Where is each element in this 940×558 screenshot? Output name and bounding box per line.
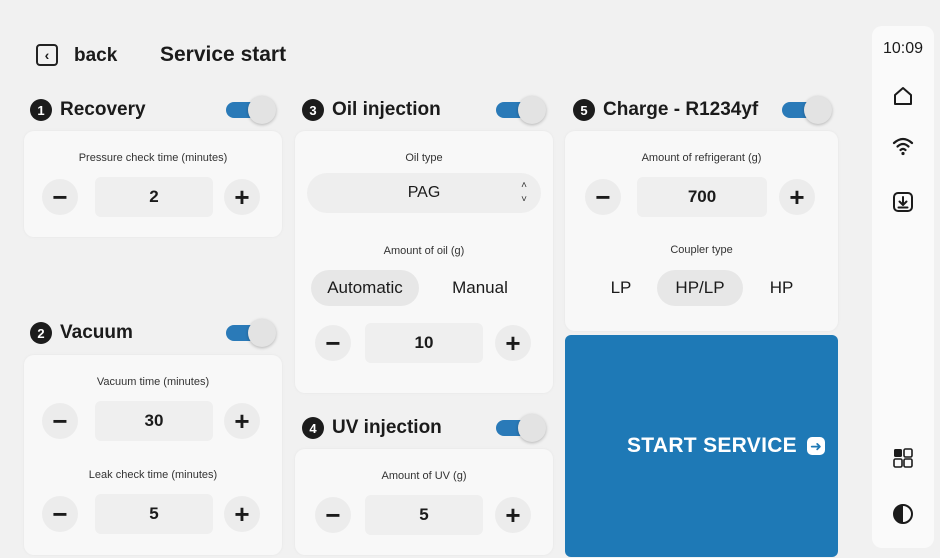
uv-amount-stepper: − 5 +	[315, 495, 535, 535]
page-title: Service start	[160, 43, 287, 66]
oil-header: 3 Oil injection	[302, 96, 441, 124]
decrement-button[interactable]: −	[315, 497, 351, 533]
vacuum-card: Vacuum time (minutes) − 30 + Leak check …	[24, 355, 282, 555]
step-number-badge: 5	[573, 99, 595, 121]
stepper-value[interactable]: 5	[365, 495, 483, 535]
start-service-button[interactable]: START SERVICE ➜	[565, 335, 838, 557]
section-title: Oil injection	[332, 99, 441, 120]
leak-check-label: Leak check time (minutes)	[88, 469, 218, 481]
contrast-icon[interactable]	[891, 502, 915, 526]
section-title: Recovery	[60, 99, 146, 120]
recovery-card: Pressure check time (minutes) − 2 +	[24, 131, 282, 237]
decrement-button[interactable]: −	[42, 496, 78, 532]
increment-button[interactable]: +	[779, 179, 815, 215]
increment-button[interactable]: +	[224, 179, 260, 215]
coupler-hp[interactable]: HP	[743, 270, 820, 306]
stepper-value[interactable]: 10	[365, 323, 483, 363]
mode-manual[interactable]: Manual	[419, 270, 541, 306]
charge-header: 5 Charge - R1234yf	[573, 96, 758, 124]
decrement-button[interactable]: −	[42, 179, 78, 215]
decrement-button[interactable]: −	[585, 179, 621, 215]
section-title: UV injection	[332, 417, 442, 438]
step-number-badge: 4	[302, 417, 324, 439]
oil-type-select[interactable]: PAG ˄ ˅	[307, 173, 541, 213]
mode-automatic[interactable]: Automatic	[311, 270, 419, 306]
stepper-value[interactable]: 30	[95, 401, 213, 441]
decrement-button[interactable]: −	[42, 403, 78, 439]
vacuum-time-label: Vacuum time (minutes)	[96, 376, 210, 388]
oil-amount-stepper: − 10 +	[315, 323, 535, 363]
uv-amount-label: Amount of UV (g)	[381, 470, 467, 482]
clock: 10:09	[882, 40, 924, 57]
vacuum-toggle[interactable]	[226, 319, 276, 347]
step-number-badge: 1	[30, 99, 52, 121]
start-service-label: START SERVICE	[627, 434, 797, 457]
increment-button[interactable]: +	[495, 497, 531, 533]
step-number-badge: 3	[302, 99, 324, 121]
coupler-lp[interactable]: LP	[585, 270, 657, 306]
uv-toggle[interactable]	[496, 414, 546, 442]
oil-card: Oil type PAG ˄ ˅ Amount of oil (g) Automa…	[295, 131, 553, 393]
back-button[interactable]: back	[74, 45, 117, 67]
arrow-right-icon: ➜	[807, 437, 825, 455]
stepper-value[interactable]: 5	[95, 494, 213, 534]
pressure-check-label: Pressure check time (minutes)	[78, 152, 228, 164]
wifi-icon[interactable]	[891, 134, 915, 158]
chevron-updown-icon: ˄ ˅	[521, 180, 527, 205]
coupler-type-selector: LP HP/LP HP	[585, 268, 820, 308]
refrigerant-amount-stepper: − 700 +	[585, 177, 820, 217]
uv-card: Amount of UV (g) − 5 +	[295, 449, 553, 555]
charge-toggle[interactable]	[782, 96, 832, 124]
increment-button[interactable]: +	[495, 325, 531, 361]
recovery-toggle[interactable]	[226, 96, 276, 124]
coupler-type-label: Coupler type	[670, 244, 733, 256]
home-icon[interactable]	[891, 84, 915, 108]
refrigerant-amount-label: Amount of refrigerant (g)	[641, 152, 762, 164]
decrement-button[interactable]: −	[315, 325, 351, 361]
oil-mode-selector: Automatic Manual	[311, 268, 541, 308]
oil-amount-label: Amount of oil (g)	[383, 245, 465, 257]
recovery-header: 1 Recovery	[30, 96, 146, 124]
vacuum-header: 2 Vacuum	[30, 319, 133, 347]
stepper-value[interactable]: 2	[95, 177, 213, 217]
download-icon[interactable]	[891, 190, 915, 214]
pressure-check-stepper: − 2 +	[42, 177, 262, 217]
uv-header: 4 UV injection	[302, 414, 442, 442]
stepper-value[interactable]: 700	[637, 177, 767, 217]
increment-button[interactable]: +	[224, 496, 260, 532]
right-sidebar: 10:09	[872, 26, 934, 548]
coupler-hp-lp[interactable]: HP/LP	[657, 270, 743, 306]
increment-button[interactable]: +	[224, 403, 260, 439]
step-number-badge: 2	[30, 322, 52, 344]
vacuum-time-stepper: − 30 +	[42, 401, 262, 441]
oil-type-label: Oil type	[405, 152, 443, 164]
select-value: PAG	[407, 184, 441, 201]
oil-toggle[interactable]	[496, 96, 546, 124]
back-icon[interactable]: ‹	[36, 44, 58, 66]
section-title: Charge - R1234yf	[603, 99, 759, 120]
grid-icon[interactable]	[891, 446, 915, 470]
section-title: Vacuum	[60, 322, 133, 343]
charge-card: Amount of refrigerant (g) − 700 + Couple…	[565, 131, 838, 331]
leak-check-stepper: − 5 +	[42, 494, 262, 534]
